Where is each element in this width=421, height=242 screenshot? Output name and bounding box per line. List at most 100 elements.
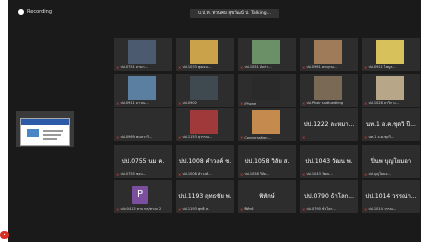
- participant-tile[interactable]: ✕ iPhone: [238, 74, 296, 107]
- participant-tile[interactable]: P ✕ ปปะ0413 ทาบ ทร/ทางบ 2: [114, 180, 172, 213]
- muted-mic-icon: ✕: [116, 171, 120, 177]
- participant-label: ✕ ปปะ0413 ทาบ ทร/ทางบ 2: [116, 206, 161, 212]
- leave-button[interactable]: •: [0, 231, 9, 239]
- participant-name: ปิ่นพ บุญโยมอา: [370, 158, 412, 165]
- participant-tile[interactable]: ปป.1058 วิลัย ส. ✕ ปป.1058 วิลัย...: [238, 145, 296, 178]
- participant-label: ✕ พิทักษ์: [240, 206, 253, 212]
- participant-tile[interactable]: ✕ ปป.0921 ไพบูล...: [362, 38, 420, 71]
- participant-name: ปป.0790 ธ้าโลก...: [304, 193, 354, 200]
- muted-mic-icon: ✕: [240, 206, 244, 212]
- participant-tile[interactable]: ✕ ปป.0969 พนหวาวิ...: [114, 108, 172, 141]
- participant-label-text: ปป.1051 อัลก่า...: [244, 65, 272, 69]
- participant-tile[interactable]: ✕ ปป.0981 คหบุรณ...: [300, 38, 358, 71]
- muted-mic-icon: ✕: [364, 206, 368, 212]
- participant-label-text: นท.1 อ.ค.ชุดวิ...: [368, 135, 395, 139]
- participant-tile[interactable]: ปป.1014 วรรณ่า... ✕ ปป.1014 วรรณ...: [362, 180, 420, 213]
- muted-mic-icon: ✕: [116, 64, 120, 70]
- active-speaker-banner: บ.ป.ท. ทวนคม สุขวัฒน์ ป. Talking...: [190, 9, 279, 18]
- participant-name: ปป.1222 ละหมา...: [303, 121, 355, 128]
- participant-label-text: ปปะ0413 ทาบ ทร/ทางบ 2: [120, 207, 162, 211]
- participant-tile[interactable]: ปป.1222 ละหมา... ✕: [300, 108, 358, 141]
- participant-label-text: ปป.1014 วรรณ...: [368, 207, 397, 211]
- participant-label: ✕ ปป.บุญโยมอ...: [364, 171, 391, 177]
- participant-label-text: ปป.0790 ชั่วโลก...: [306, 207, 336, 211]
- muted-mic-icon: ✕: [116, 206, 120, 212]
- participant-label-text: ปป.บุญโยมอ...: [368, 172, 391, 176]
- participant-label-text: ปป.0921 ไพบูล...: [368, 65, 396, 69]
- participant-video: [252, 110, 280, 134]
- muted-mic-icon: ✕: [240, 135, 244, 140]
- participant-video: [252, 40, 280, 64]
- participant-tile[interactable]: ✕ Conversation...: [238, 108, 296, 141]
- participant-tile[interactable]: ✕ ปป.1051 อัลก่า...: [238, 38, 296, 71]
- participant-label-text: ปป.0969 พนหวาวิ...: [120, 135, 153, 139]
- participant-label-text: ปป.0755 ชอบ...: [120, 172, 146, 176]
- muted-mic-icon: ✕: [178, 171, 182, 177]
- participant-video: [190, 40, 218, 64]
- muted-mic-icon: ✕: [302, 135, 306, 140]
- participant-tile[interactable]: พิทักษ์ ✕ พิทักษ์: [238, 180, 296, 213]
- participant-label: ✕: [302, 135, 306, 140]
- muted-mic-icon: ✕: [116, 134, 120, 140]
- participant-label: ✕ ปป.0902: [178, 100, 197, 106]
- muted-mic-icon: ✕: [240, 171, 244, 177]
- participant-label-text: ปป.1153 สุวรรณ...: [182, 135, 213, 139]
- participant-tile[interactable]: ✕ ปป.1028 ธาวิก บ...: [362, 74, 420, 107]
- participant-tile[interactable]: ปป.0755 นม ค. ✕ ปป.0755 ชอบ...: [114, 145, 172, 178]
- participant-label: ✕ ปป.0969 พนหวาวิ...: [116, 134, 152, 140]
- participant-tile[interactable]: ปป.1043 วัฒน พ. ✕ ปป.1043 วัฒน...: [300, 145, 358, 178]
- participant-video: [376, 76, 404, 100]
- participant-name: พิทักษ์: [259, 193, 275, 200]
- muted-mic-icon: ✕: [302, 64, 306, 70]
- participant-video: [314, 76, 342, 100]
- participant-name: ปป.1008 คำวงค์ ช.: [178, 158, 232, 165]
- participant-label: ✕ ปป.1153 สุวรรณ...: [178, 134, 212, 140]
- participant-label: ✕ ปป.0981 คหบุรณ...: [302, 64, 337, 70]
- participant-label: ✕ ปป.0911 ลาวณ...: [116, 100, 149, 106]
- participant-video: [314, 40, 342, 64]
- participant-name: นท.1 อ.ค.ชุดวิ ปี...: [366, 121, 416, 128]
- muted-mic-icon: ✕: [116, 100, 120, 106]
- participant-tile[interactable]: ปิ่นพ บุญโยมอา ✕ ปป.บุญโยมอ...: [362, 145, 420, 178]
- participant-label-text: iPhone: [244, 101, 257, 106]
- participant-label-text: ปป.0902: [182, 101, 197, 105]
- participant-tile[interactable]: ปป.1008 คำวงค์ ช. ✕ ปป.1008 คำวงค์...: [176, 145, 234, 178]
- muted-mic-icon: ✕: [364, 100, 368, 106]
- participant-tile[interactable]: ปป.1193 ฤทธชัย พ. ✕ ปป.1193 พุทธิ ห.: [176, 180, 234, 213]
- muted-mic-icon: ✕: [240, 101, 244, 106]
- participant-tile[interactable]: ✕ ปป.0911 ลาวณ...: [114, 74, 172, 107]
- muted-mic-icon: ✕: [178, 134, 182, 140]
- muted-mic-icon: ✕: [302, 100, 306, 106]
- participant-label: ✕ ปป.0921 ไพบูล...: [364, 64, 396, 70]
- shared-content-thumbnail[interactable]: [16, 111, 74, 147]
- participant-label-text: ปป.1058 วิลัย...: [244, 172, 270, 176]
- participant-tile[interactable]: ✕ ปป.Phair sudtuedting: [300, 74, 358, 107]
- muted-mic-icon: ✕: [364, 171, 368, 177]
- participant-tile[interactable]: ปป.0790 ธ้าโลก... ✕ ปป.0790 ชั่วโลก...: [300, 180, 358, 213]
- participant-label: ✕ ปป.1028 ธาวิก บ...: [364, 100, 399, 106]
- participant-tile[interactable]: ✕ ปป.1033 พุฒจน...: [176, 38, 234, 71]
- top-bar: Recording บ.ป.ท. ทวนคม สุขวัฒน์ ป. Talki…: [8, 0, 421, 26]
- participant-name: ปป.1043 วัฒน พ.: [305, 158, 353, 165]
- participant-tile[interactable]: ✕ ปป.0902: [176, 74, 234, 107]
- participant-label-text: Conversation...: [244, 135, 271, 140]
- participant-label: ✕ iPhone: [240, 101, 256, 106]
- participant-label: ✕ นท.1 อ.ค.ชุดวิ...: [364, 134, 394, 140]
- shared-document-preview: [20, 118, 70, 146]
- meeting-window: Recording บ.ป.ท. ทวนคม สุขวัฒน์ ป. Talki…: [8, 0, 421, 242]
- participant-label: ✕ ปป.0790 ชั่วโลก...: [302, 206, 336, 212]
- participant-tile[interactable]: ✕ ปป.0751 สามก...: [114, 38, 172, 71]
- participant-label-text: ปป.1043 วัฒน...: [306, 172, 333, 176]
- muted-mic-icon: ✕: [302, 206, 306, 212]
- participant-tile[interactable]: ✕ ปป.1153 สุวรรณ...: [176, 108, 234, 141]
- participant-video: [252, 76, 280, 100]
- participant-tile[interactable]: นท.1 อ.ค.ชุดวิ ปี... ✕ นท.1 อ.ค.ชุดวิ...: [362, 108, 420, 141]
- participant-video: [128, 76, 156, 100]
- participant-label: ✕ Conversation...: [240, 135, 271, 140]
- muted-mic-icon: ✕: [240, 64, 244, 70]
- participant-label-text: ปป.0981 คหบุรณ...: [306, 65, 338, 69]
- participant-name: ปป.1014 วรรณ่า...: [365, 193, 417, 200]
- participant-label-text: ปป.1008 คำวงค์...: [182, 172, 212, 176]
- participant-label: ✕ ปป.0751 สามก...: [116, 64, 148, 70]
- participant-name: ปป.0755 นม ค.: [121, 158, 165, 165]
